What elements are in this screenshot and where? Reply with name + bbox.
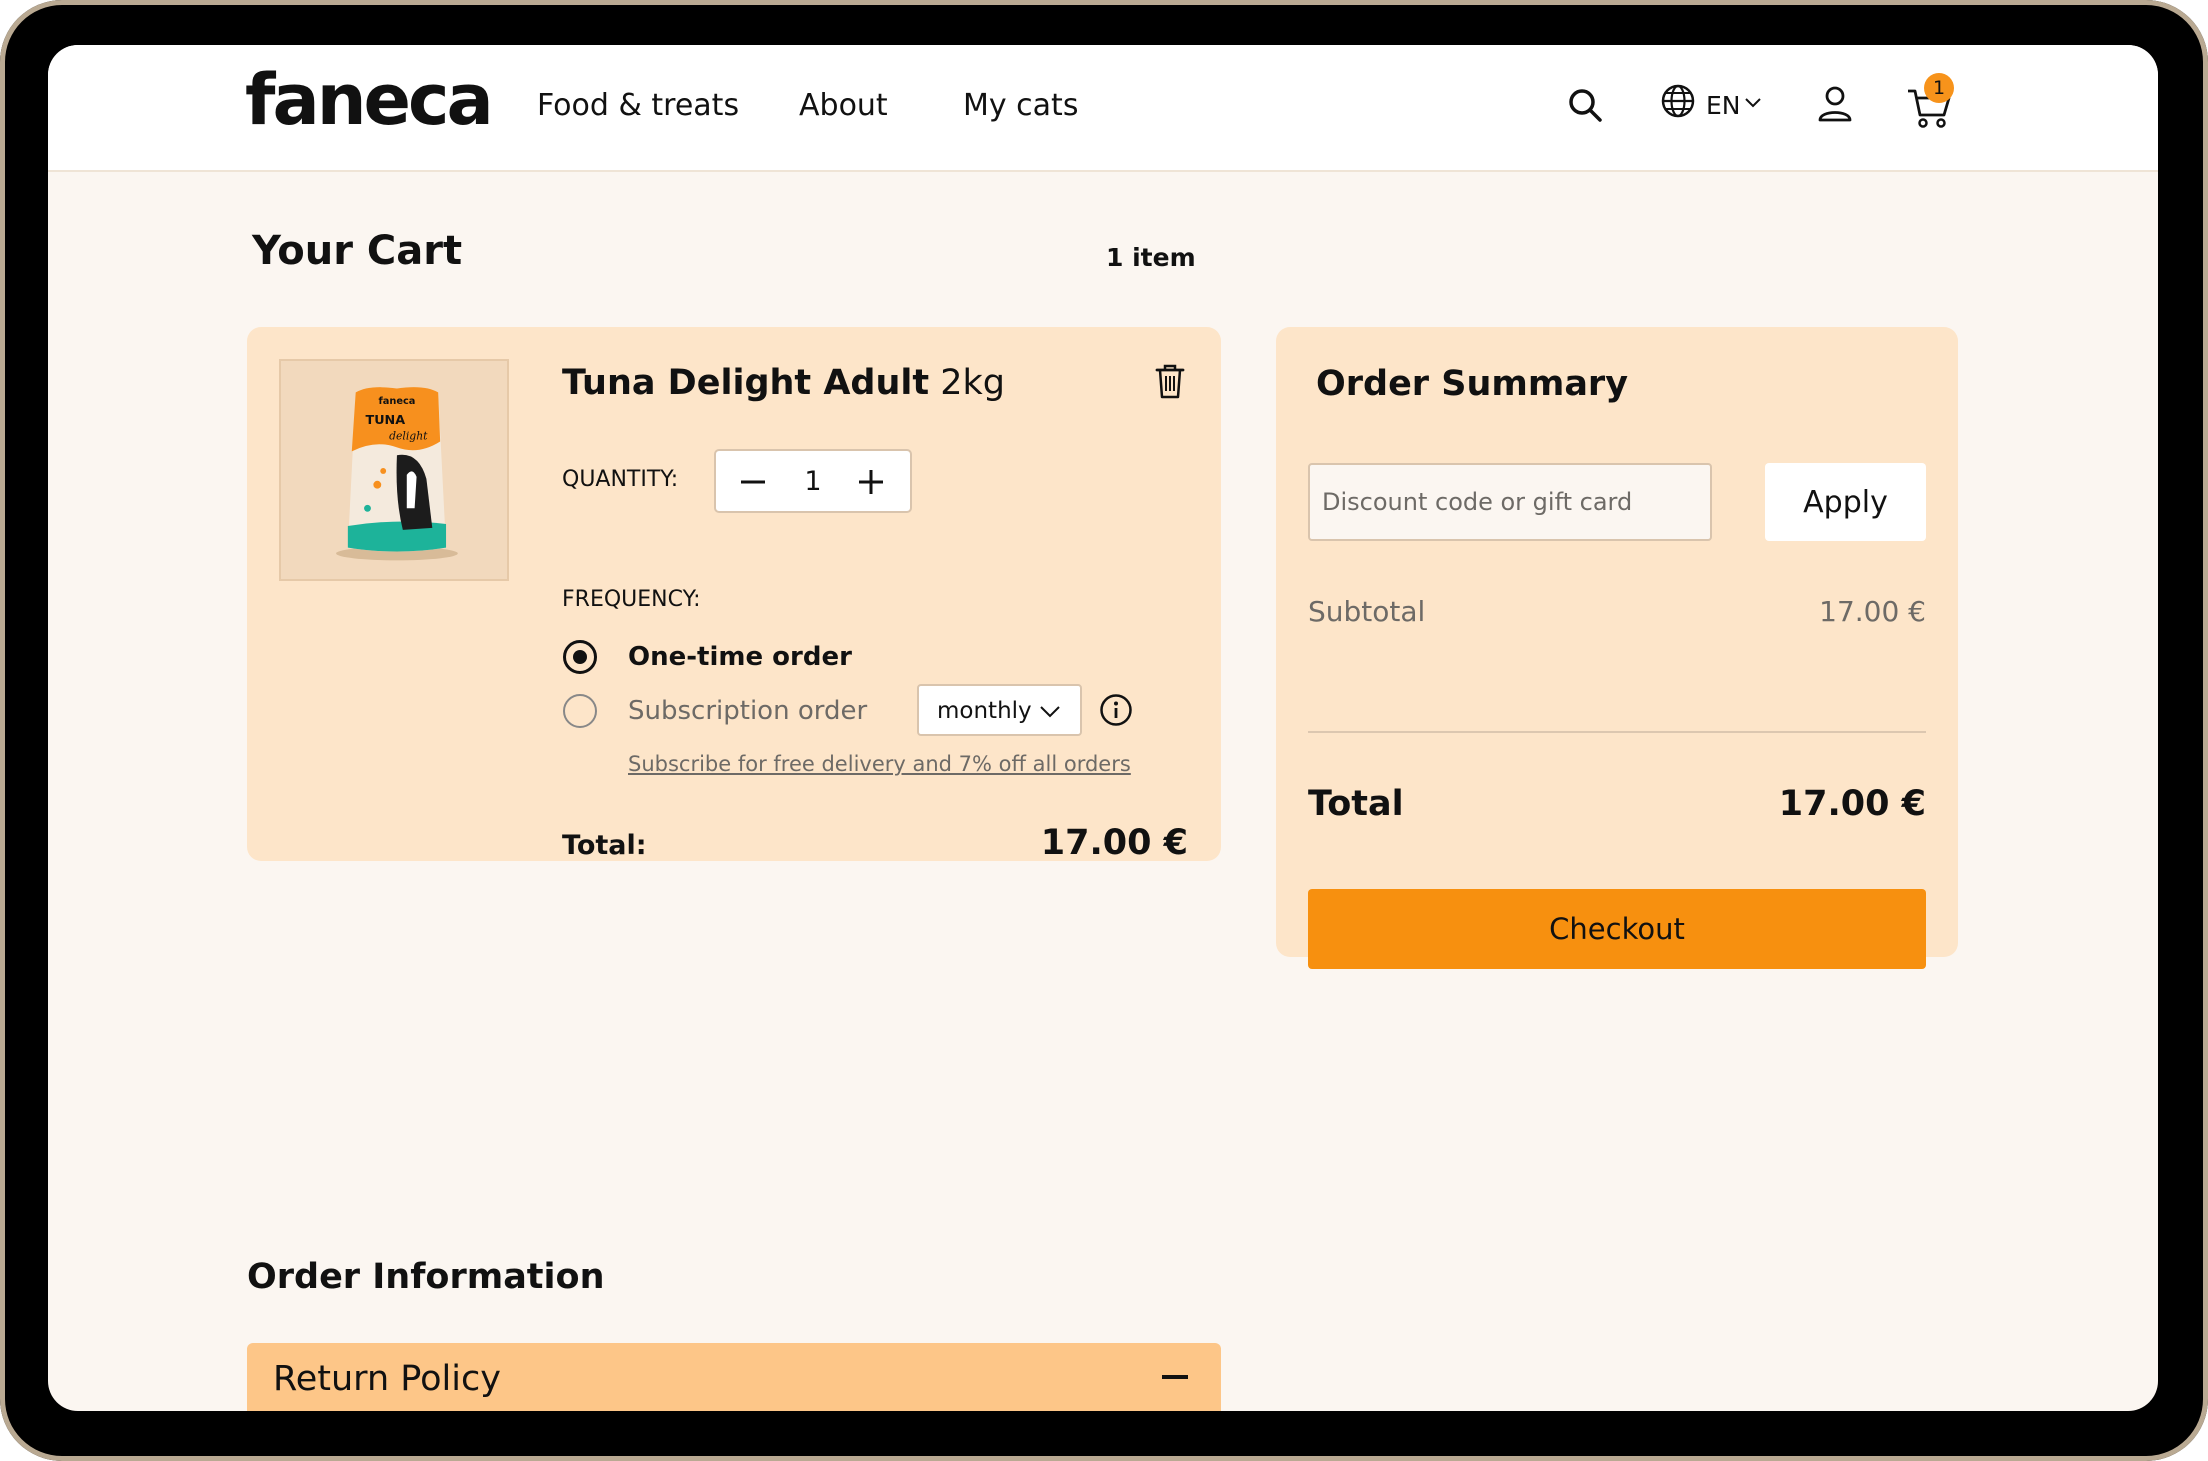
return-policy-label: Return Policy bbox=[273, 1359, 501, 1399]
screen: faneca Food & treats About My cats EN 1 … bbox=[48, 45, 2158, 1411]
discount-code-input[interactable] bbox=[1308, 463, 1712, 541]
logo[interactable]: faneca bbox=[245, 59, 494, 141]
product-title: Tuna Delight Adult bbox=[562, 363, 930, 403]
product-image[interactable]: faneca TUNA delight bbox=[279, 359, 509, 581]
order-information-title: Order Information bbox=[247, 1257, 605, 1297]
subtotal-label: Subtotal bbox=[1308, 595, 1426, 628]
subscription-frequency-select[interactable]: monthly bbox=[917, 684, 1082, 736]
chevron-down-icon bbox=[1040, 706, 1060, 718]
cart-item-card: faneca TUNA delight Tuna Delight Adult 2… bbox=[247, 327, 1221, 863]
summary-divider bbox=[1308, 731, 1926, 733]
product-name[interactable]: Tuna Delight Adult 2kg bbox=[562, 363, 1005, 403]
item-total-label: Total: bbox=[562, 830, 647, 861]
globe-icon[interactable] bbox=[1660, 83, 1696, 119]
package-brand-text: faneca bbox=[378, 396, 415, 407]
package-name-text: TUNA bbox=[366, 413, 406, 428]
trash-icon[interactable] bbox=[1154, 362, 1186, 400]
frequency-label: FREQUENCY: bbox=[562, 587, 701, 612]
minus-icon[interactable] bbox=[738, 467, 768, 497]
user-icon[interactable] bbox=[1816, 84, 1854, 124]
chevron-down-icon[interactable] bbox=[1744, 95, 1762, 109]
package-sub-text: delight bbox=[389, 430, 428, 443]
cart-count-badge: 1 bbox=[1924, 73, 1954, 103]
subscription-order-label[interactable]: Subscription order bbox=[628, 696, 867, 726]
one-time-order-label[interactable]: One-time order bbox=[628, 642, 852, 672]
language-label[interactable]: EN bbox=[1706, 91, 1741, 120]
product-package-illustration: faneca TUNA delight bbox=[336, 387, 458, 561]
logo-text: faneca bbox=[245, 59, 494, 141]
total-value: 17.00 € bbox=[1778, 784, 1926, 824]
collapse-icon[interactable] bbox=[1162, 1375, 1188, 1379]
plus-icon[interactable] bbox=[856, 467, 886, 497]
item-total-value: 17.00 € bbox=[1040, 823, 1188, 863]
nav-about[interactable]: About bbox=[799, 88, 888, 123]
subtotal-value: 17.00 € bbox=[1819, 595, 1926, 628]
checkout-button[interactable]: Checkout bbox=[1308, 889, 1926, 969]
tablet-frame: faneca Food & treats About My cats EN 1 … bbox=[0, 0, 2208, 1461]
quantity-value[interactable]: 1 bbox=[798, 466, 828, 497]
info-icon[interactable] bbox=[1099, 693, 1133, 727]
apply-button[interactable]: Apply bbox=[1765, 463, 1926, 541]
quantity-stepper: 1 bbox=[714, 449, 912, 513]
radio-subscription-order[interactable] bbox=[563, 694, 597, 728]
return-policy-accordion[interactable]: Return Policy bbox=[247, 1343, 1221, 1411]
nav-my-cats[interactable]: My cats bbox=[963, 88, 1078, 123]
subscribe-link[interactable]: Subscribe for free delivery and 7% off a… bbox=[628, 752, 1131, 776]
nav-food-treats[interactable]: Food & treats bbox=[537, 88, 739, 123]
frequency-select-value: monthly bbox=[937, 698, 1032, 724]
site-header: faneca Food & treats About My cats EN 1 bbox=[48, 45, 2158, 172]
quantity-label: QUANTITY: bbox=[562, 467, 679, 492]
order-summary-card: Order Summary Apply Subtotal 17.00 € Tot… bbox=[1276, 327, 1958, 969]
radio-one-time-order[interactable] bbox=[563, 640, 597, 674]
cart-item-count: 1 item bbox=[1106, 243, 1196, 272]
total-label: Total bbox=[1308, 784, 1404, 824]
page-title: Your Cart bbox=[252, 228, 463, 274]
product-size: 2kg bbox=[940, 363, 1006, 403]
order-summary-title: Order Summary bbox=[1316, 364, 1629, 404]
search-icon[interactable] bbox=[1565, 85, 1605, 125]
